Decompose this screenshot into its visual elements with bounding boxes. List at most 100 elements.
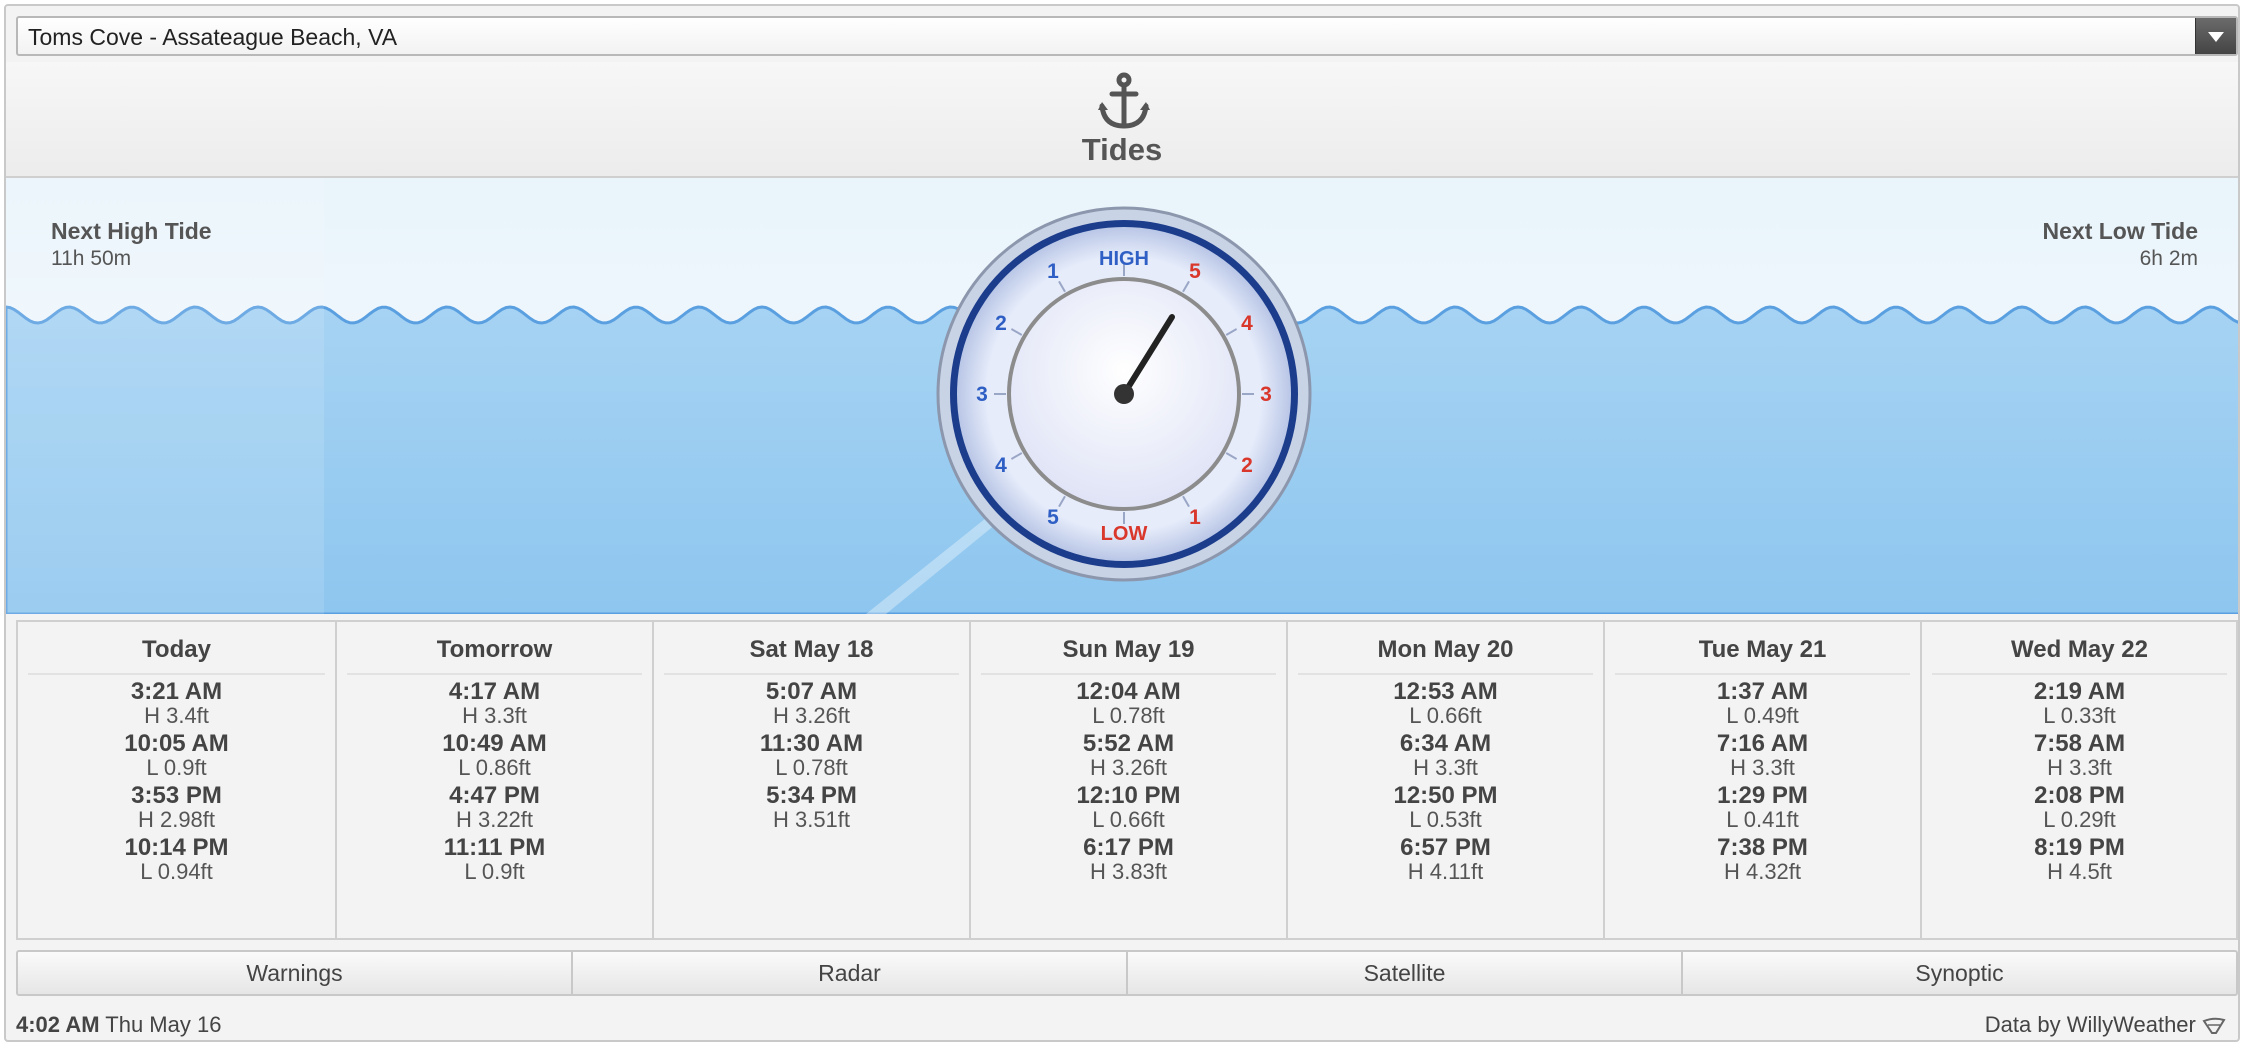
tide-height: H 4.11ft — [1407, 859, 1484, 884]
tide-height: L 0.86ft — [458, 755, 531, 780]
tide-time: 10:49 AM — [442, 730, 547, 757]
tide-time: 5:52 AM — [1082, 730, 1175, 757]
next-low-value: 6h 2m — [2139, 247, 2198, 270]
day-column: Tomorrow 4:17 AM H 3.3ft 10:49 AM L 0.86ft 4:… — [335, 622, 652, 938]
tide-entry: 10:49 AM L 0.86ft — [337, 731, 652, 779]
tide-height: H 3.3ft — [1730, 755, 1795, 780]
tide-entry: 10:14 PM L 0.94ft — [18, 835, 335, 883]
tide-height: H 3.3ft — [462, 703, 527, 728]
tide-time: 11:30 AM — [759, 730, 864, 757]
tide-height: H 3.3ft — [2047, 755, 2112, 780]
tide-height: L 0.9ft — [146, 755, 207, 780]
tide-entry: 12:53 AM L 0.66ft — [1288, 679, 1603, 727]
tide-time: 6:57 PM — [1400, 834, 1491, 861]
tide-entry: 11:30 AM L 0.78ft — [654, 731, 969, 779]
tide-table: Today 3:21 AM H 3.4ft 10:05 AM L 0.9ft 3:53 P… — [16, 620, 2238, 940]
tide-height: H 2.98ft — [137, 807, 216, 832]
dial-number: 5 — [1047, 506, 1059, 529]
footer-time: 4:02 AM Thu May 16 — [16, 1012, 221, 1038]
tide-height: H 3.26ft — [1089, 755, 1168, 780]
tide-height: L 0.49ft — [1726, 703, 1799, 728]
tide-height: H 3.83ft — [1089, 859, 1168, 884]
next-high-tide: Next High Tide 11h 50m — [51, 218, 212, 271]
tide-time: 2:19 AM — [2033, 678, 2126, 705]
tide-entry: 7:38 PM H 4.32ft — [1605, 835, 1920, 883]
tide-entry: 5:07 AM H 3.26ft — [654, 679, 969, 727]
tide-time: 12:10 PM — [1076, 782, 1181, 809]
tide-time: 8:19 PM — [2034, 834, 2125, 861]
tide-time: 3:21 AM — [130, 678, 223, 705]
tide-height: L 0.66ft — [1092, 807, 1165, 832]
dial-number: 1 — [1047, 260, 1059, 283]
tide-entry: 2:08 PM L 0.29ft — [1922, 783, 2237, 831]
tide-time: 5:07 AM — [765, 678, 858, 705]
tide-entry: 3:53 PM H 2.98ft — [18, 783, 335, 831]
next-high-label: Next High Tide — [51, 218, 212, 244]
day-column: Sat May 18 5:07 AM H 3.26ft 11:30 AM L 0.78f… — [652, 622, 969, 938]
tab-warnings[interactable]: Warnings — [18, 952, 571, 994]
tab-radar[interactable]: Radar — [571, 952, 1126, 994]
next-low-tide: Next Low Tide 6h 2m — [2043, 218, 2199, 271]
tide-height: H 4.5ft — [2047, 859, 2112, 884]
willyweather-icon — [2202, 1017, 2226, 1035]
tide-entry: 5:34 PM H 3.51ft — [654, 783, 969, 831]
tide-time: 12:04 AM — [1076, 678, 1181, 705]
tide-time: 4:17 AM — [448, 678, 541, 705]
tide-entry: 10:05 AM L 0.9ft — [18, 731, 335, 779]
tide-entry: 2:19 AM L 0.33ft — [1922, 679, 2237, 727]
tide-time: 10:14 PM — [124, 834, 229, 861]
tide-height: L 0.9ft — [464, 859, 525, 884]
tide-entry: 5:52 AM H 3.26ft — [971, 731, 1286, 779]
tide-time: 5:34 PM — [766, 782, 857, 809]
tide-entry: 4:17 AM H 3.3ft — [337, 679, 652, 727]
tide-time: 6:34 AM — [1399, 730, 1492, 757]
tab-synoptic[interactable]: Synoptic — [1681, 952, 2236, 994]
tide-time: 1:29 PM — [1717, 782, 1808, 809]
tide-height: H 3.22ft — [455, 807, 534, 832]
tide-entry: 8:19 PM H 4.5ft — [1922, 835, 2237, 883]
tide-height: H 3.26ft — [772, 703, 851, 728]
chevron-down-icon[interactable] — [2195, 18, 2236, 54]
tab-satellite[interactable]: Satellite — [1126, 952, 1681, 994]
tide-height: H 4.32ft — [1723, 859, 1802, 884]
tide-scene-graphic: 1 2 3 4 5 5 4 3 2 1 HIGH LOW — [6, 178, 2238, 614]
dial-number: 2 — [995, 312, 1007, 335]
tide-time: 7:38 PM — [1717, 834, 1808, 861]
tide-height: L 0.41ft — [1726, 807, 1799, 832]
tide-time: 11:11 PM — [443, 834, 546, 861]
tide-time: 7:16 AM — [1716, 730, 1809, 757]
day-column: Today 3:21 AM H 3.4ft 10:05 AM L 0.9ft 3:53 P… — [18, 622, 335, 938]
dial-number: 3 — [1260, 383, 1272, 406]
dial-low-label: LOW — [1101, 523, 1148, 545]
tide-time: 6:17 PM — [1083, 834, 1174, 861]
tide-entry: 1:37 AM L 0.49ft — [1605, 679, 1920, 727]
day-name: Sat May 18 — [664, 636, 959, 675]
tide-entry: 3:21 AM H 3.4ft — [18, 679, 335, 727]
day-column: Sun May 19 12:04 AM L 0.78ft 5:52 AM H 3.26f… — [969, 622, 1286, 938]
data-credit[interactable]: Data by WillyWeather — [1985, 1012, 2226, 1038]
tide-height: L 0.33ft — [2043, 703, 2116, 728]
tide-time: 3:53 PM — [131, 782, 222, 809]
dial-number: 4 — [1241, 312, 1253, 335]
current-date: Thu May 16 — [105, 1012, 222, 1037]
tide-height: H 3.3ft — [1413, 755, 1478, 780]
tide-entry: 6:17 PM H 3.83ft — [971, 835, 1286, 883]
location-select[interactable]: Toms Cove - Assateague Beach, VA — [16, 16, 2238, 56]
dial-number: 5 — [1189, 260, 1201, 283]
dial-number: 2 — [1241, 454, 1253, 477]
day-name: Mon May 20 — [1298, 636, 1593, 675]
tide-height: L 0.78ft — [775, 755, 848, 780]
tide-height: H 3.4ft — [144, 703, 209, 728]
dial-high-label: HIGH — [1099, 248, 1149, 270]
tide-time: 1:37 AM — [1716, 678, 1809, 705]
tide-entry: 7:16 AM H 3.3ft — [1605, 731, 1920, 779]
tide-time: 2:08 PM — [2034, 782, 2125, 809]
location-select-value: Toms Cove - Assateague Beach, VA — [28, 24, 398, 50]
tide-dial: 1 2 3 4 5 5 4 3 2 1 HIGH LOW — [936, 206, 1312, 582]
tides-widget: Toms Cove - Assateague Beach, VA Tides 1… — [4, 4, 2240, 1042]
tab-bar: Warnings Radar Satellite Synoptic — [16, 950, 2238, 996]
tide-time: 7:58 AM — [2033, 730, 2126, 757]
tide-entry: 4:47 PM H 3.22ft — [337, 783, 652, 831]
current-time: 4:02 AM — [16, 1012, 100, 1037]
day-name: Tomorrow — [347, 636, 642, 675]
